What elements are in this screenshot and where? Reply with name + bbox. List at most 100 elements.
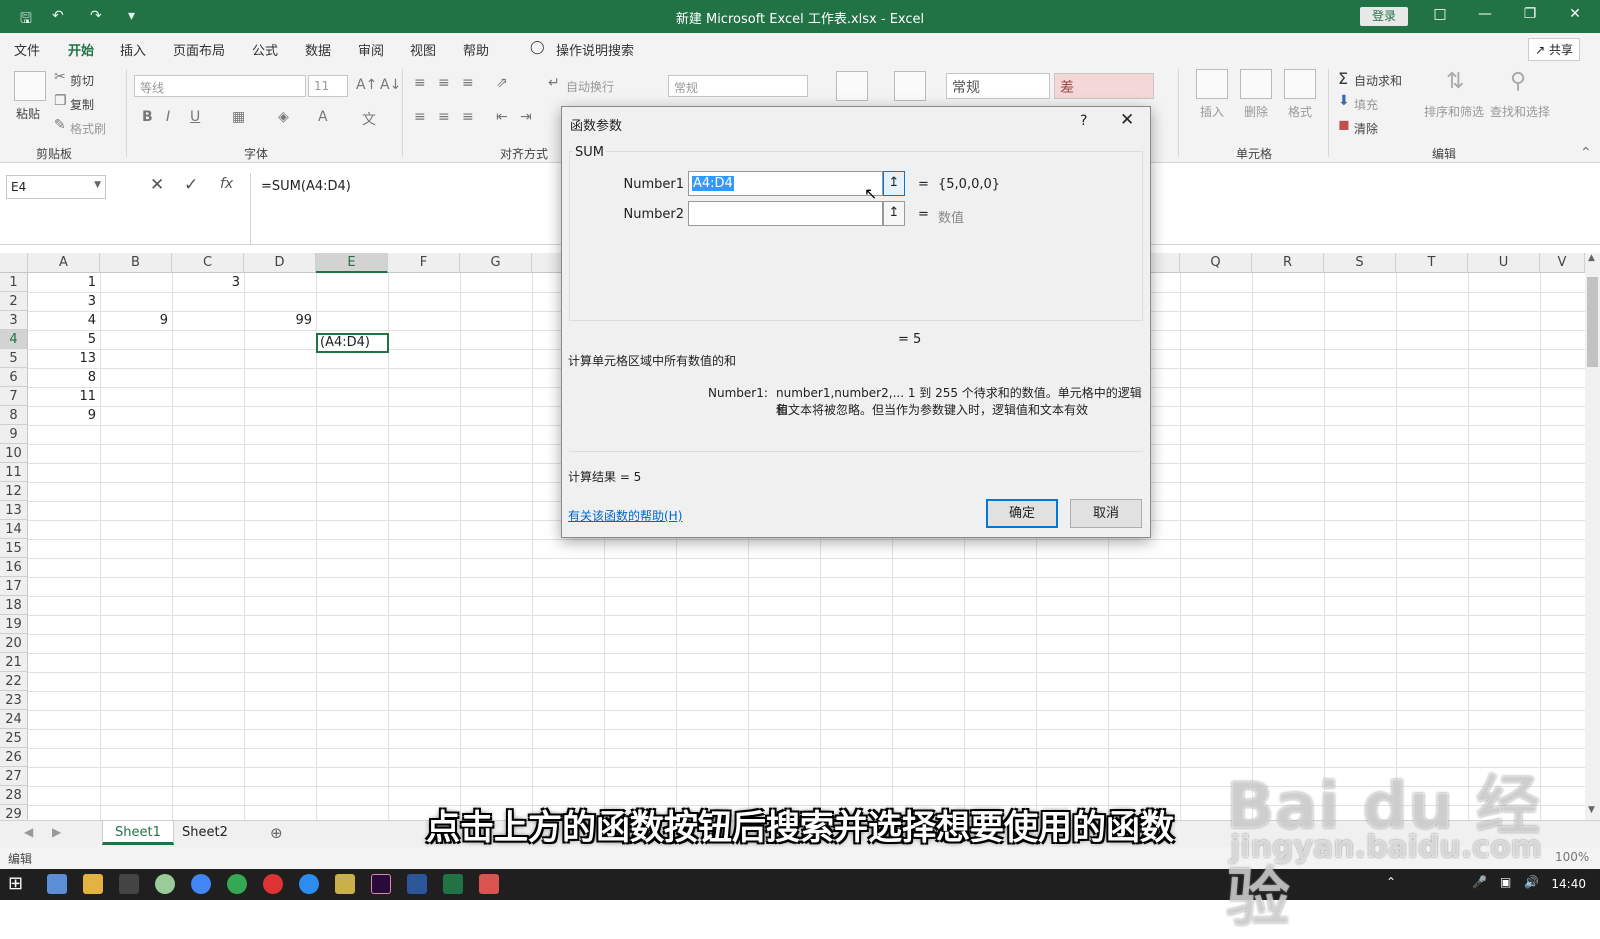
menu-view[interactable]: 视图 bbox=[410, 40, 436, 59]
col-header[interactable]: A bbox=[28, 253, 100, 273]
scroll-thumb[interactable] bbox=[1587, 277, 1598, 367]
row-header[interactable]: 26 bbox=[0, 748, 28, 767]
row-header[interactable]: 27 bbox=[0, 767, 28, 786]
taskbar-app-icon[interactable] bbox=[119, 874, 139, 894]
collapse-ribbon-icon[interactable]: ⌃ bbox=[1580, 145, 1592, 161]
col-header[interactable]: U bbox=[1468, 253, 1540, 273]
close-icon[interactable]: ✕ bbox=[1565, 6, 1585, 22]
col-header[interactable]: Q bbox=[1180, 253, 1252, 273]
font-name-select[interactable]: 等线 bbox=[134, 75, 306, 97]
font-color-icon[interactable]: A bbox=[318, 109, 328, 125]
scroll-up-icon[interactable]: ▲ bbox=[1588, 253, 1595, 263]
menu-data[interactable]: 数据 bbox=[305, 40, 331, 59]
col-header[interactable]: E bbox=[316, 253, 388, 273]
cell-a4[interactable]: 5 bbox=[28, 330, 100, 349]
restore-icon[interactable]: ❐ bbox=[1520, 6, 1540, 22]
row-header[interactable]: 18 bbox=[0, 596, 28, 615]
login-button[interactable]: 登录 bbox=[1360, 7, 1408, 26]
copy-button[interactable]: 复制 bbox=[70, 96, 94, 113]
dialog-close-icon[interactable]: ✕ bbox=[1120, 110, 1134, 130]
col-header[interactable]: C bbox=[172, 253, 244, 273]
row-header[interactable]: 2 bbox=[0, 292, 28, 311]
paste-icon[interactable] bbox=[14, 71, 46, 101]
delete-cells-button[interactable]: 删除 bbox=[1244, 103, 1268, 120]
col-header[interactable]: T bbox=[1396, 253, 1468, 273]
taskbar-app-icon[interactable] bbox=[263, 874, 283, 894]
insert-cells-icon[interactable] bbox=[1196, 69, 1228, 99]
format-as-table-icon[interactable] bbox=[894, 71, 926, 101]
sort-filter-icon[interactable]: ⇅ bbox=[1446, 69, 1464, 94]
row-header[interactable]: 10 bbox=[0, 444, 28, 463]
font-size-select[interactable]: 11 bbox=[308, 75, 348, 97]
network-icon[interactable]: ▣ bbox=[1500, 875, 1511, 889]
col-header[interactable]: F bbox=[388, 253, 460, 273]
row-header[interactable]: 6 bbox=[0, 368, 28, 387]
col-header[interactable]: B bbox=[100, 253, 172, 273]
dialog-help-button[interactable]: ? bbox=[1080, 113, 1087, 129]
row-header[interactable]: 4 bbox=[0, 330, 28, 349]
confirm-formula-icon[interactable]: ✓ bbox=[184, 175, 198, 195]
row-header[interactable]: 1 bbox=[0, 273, 28, 292]
align-left-icon[interactable]: ≡ bbox=[414, 109, 426, 125]
name-box[interactable]: E4 ▼ bbox=[6, 175, 106, 199]
style-normal[interactable]: 常规 bbox=[946, 73, 1050, 99]
sort-filter-button[interactable]: 排序和筛选 bbox=[1424, 103, 1484, 120]
chevron-down-icon[interactable]: ▼ bbox=[94, 180, 101, 190]
insert-function-icon[interactable]: fx bbox=[220, 176, 233, 192]
cut-button[interactable]: 剪切 bbox=[70, 72, 94, 89]
row-header[interactable]: 12 bbox=[0, 482, 28, 501]
taskbar-app-icon[interactable] bbox=[155, 874, 175, 894]
col-header[interactable]: R bbox=[1252, 253, 1324, 273]
cell-a3[interactable]: 4 bbox=[28, 311, 100, 330]
shrink-font-icon[interactable]: A↓ bbox=[380, 77, 401, 93]
arg1-input[interactable]: A4:D4 bbox=[688, 171, 883, 196]
align-middle-icon[interactable]: ≡ bbox=[438, 75, 450, 91]
ribbon-display-icon[interactable]: □ bbox=[1430, 6, 1450, 22]
windows-start-icon[interactable]: ⊞ bbox=[8, 873, 23, 894]
row-header[interactable]: 19 bbox=[0, 615, 28, 634]
underline-icon[interactable]: U bbox=[190, 109, 200, 125]
col-header[interactable]: S bbox=[1324, 253, 1396, 273]
taskbar-app-icon[interactable] bbox=[335, 874, 355, 894]
cell-a1[interactable]: 1 bbox=[28, 273, 100, 292]
collapse-dialog-icon[interactable]: ↥ bbox=[883, 171, 905, 196]
row-header[interactable]: 16 bbox=[0, 558, 28, 577]
cell-d3[interactable]: 99 bbox=[244, 311, 316, 330]
delete-cells-icon[interactable] bbox=[1240, 69, 1272, 99]
autosum-button[interactable]: 自动求和 bbox=[1354, 72, 1402, 89]
taskbar-clock[interactable]: 14:40 bbox=[1551, 877, 1586, 891]
clear-button[interactable]: 清除 bbox=[1354, 120, 1378, 137]
row-header[interactable]: 22 bbox=[0, 672, 28, 691]
row-header[interactable]: 23 bbox=[0, 691, 28, 710]
bold-icon[interactable]: B bbox=[142, 109, 153, 125]
align-bottom-icon[interactable]: ≡ bbox=[462, 75, 474, 91]
cell-a6[interactable]: 8 bbox=[28, 368, 100, 387]
number-format-select[interactable]: 常规 bbox=[668, 75, 808, 97]
row-header[interactable]: 15 bbox=[0, 539, 28, 558]
decrease-indent-icon[interactable]: ⇤ bbox=[496, 109, 508, 125]
col-header[interactable]: D bbox=[244, 253, 316, 273]
tell-me-search[interactable]: 操作说明搜索 bbox=[556, 40, 634, 59]
select-all-corner[interactable] bbox=[0, 253, 28, 273]
menu-insert[interactable]: 插入 bbox=[120, 40, 146, 59]
cell-a8[interactable]: 9 bbox=[28, 406, 100, 425]
format-cells-button[interactable]: 格式 bbox=[1288, 103, 1312, 120]
row-header[interactable]: 17 bbox=[0, 577, 28, 596]
share-button[interactable]: ↗ 共享 bbox=[1528, 38, 1580, 61]
increase-indent-icon[interactable]: ⇥ bbox=[520, 109, 532, 125]
col-header[interactable]: G bbox=[460, 253, 532, 273]
col-header[interactable]: V bbox=[1540, 253, 1585, 273]
minimize-icon[interactable]: — bbox=[1475, 6, 1495, 22]
find-icon[interactable]: ⚲ bbox=[1510, 69, 1526, 94]
fill-color-icon[interactable]: ◈ bbox=[278, 109, 289, 125]
grow-font-icon[interactable]: A↑ bbox=[356, 77, 377, 93]
chrome-icon[interactable] bbox=[227, 874, 247, 894]
row-header[interactable]: 25 bbox=[0, 729, 28, 748]
border-icon[interactable]: ▦ bbox=[232, 109, 245, 125]
taskbar-app-icon[interactable] bbox=[479, 874, 499, 894]
row-header[interactable]: 11 bbox=[0, 463, 28, 482]
menu-file[interactable]: 文件 bbox=[14, 40, 40, 59]
cell-a7[interactable]: 11 bbox=[28, 387, 100, 406]
find-select-button[interactable]: 查找和选择 bbox=[1490, 103, 1550, 120]
volume-icon[interactable]: 🔊 bbox=[1524, 875, 1539, 889]
